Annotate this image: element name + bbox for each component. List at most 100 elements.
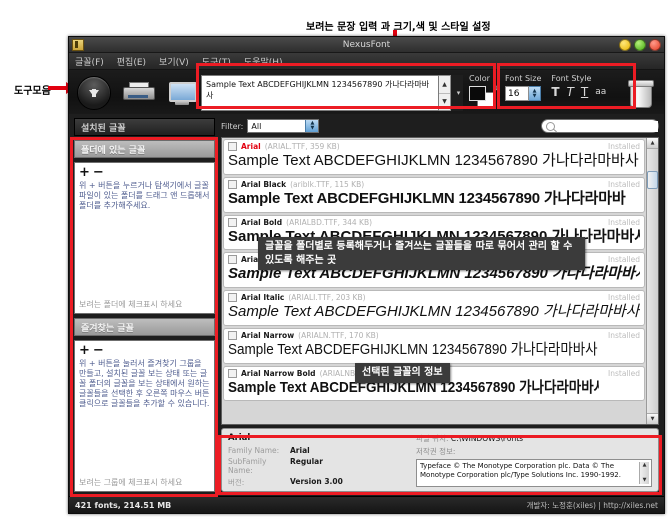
color-control: Color ⤹ — [469, 74, 495, 106]
font-item-checkbox[interactable] — [228, 369, 237, 378]
font-item-checkbox[interactable] — [228, 218, 237, 227]
install-font-button[interactable] — [75, 74, 113, 112]
search-input[interactable] — [559, 121, 658, 132]
file-path-label: 파일 위치: — [416, 434, 449, 443]
font-list-scrollbar[interactable]: ▲ ▼ — [646, 138, 658, 424]
font-size-input[interactable] — [505, 86, 529, 101]
italic-button[interactable]: T — [567, 86, 574, 98]
scroll-down-arrow[interactable]: ▼ — [647, 413, 658, 424]
font-item-meta: (ariblk.TTF, 115 KB) — [290, 180, 364, 189]
trash-icon[interactable] — [628, 79, 652, 107]
menu-item-view[interactable]: 보기(V) — [159, 55, 189, 68]
font-list-item[interactable]: Arial Black (ariblk.TTF, 115 KB) Installed… — [223, 177, 645, 213]
font-item-checkbox[interactable] — [228, 180, 237, 189]
font-item-checkbox[interactable] — [228, 293, 237, 302]
preview-button[interactable] — [163, 74, 201, 112]
family-name-value: Arial — [290, 446, 310, 455]
font-item-name: Arial Black — [241, 180, 286, 189]
version-value: Version 3.00 — [290, 477, 343, 488]
favorite-tools: +− — [75, 341, 214, 358]
subfamily-name-row: SubFamily Name: Regular — [228, 457, 408, 475]
font-item-status: Installed — [608, 369, 640, 378]
main-area: 설치된 글꼴 폴더에 있는 글꼴 +− 위 + 버튼을 누르거나 탐색기에서 글… — [69, 114, 664, 496]
font-item-name: Arial Italic — [241, 293, 284, 302]
swap-colors-icon[interactable]: ⤹ — [495, 84, 500, 94]
folder-description: 위 + 버튼을 누르거나 탐색기에서 글꼴 파일이 있는 폴더를 드래그 앤 드… — [75, 180, 214, 212]
subfamily-name-value: Regular — [290, 457, 323, 475]
font-item-sample: Sample Text ABCDEFGHIJKLMN 1234567890 가나… — [228, 303, 640, 322]
sample-text-scrollbar[interactable]: ▲ ▼ — [439, 75, 451, 111]
folder-add-button[interactable]: + — [79, 165, 93, 180]
font-size-stepper[interactable]: ▲▼ — [529, 86, 541, 101]
filter-select[interactable]: All ▲▼ — [247, 119, 319, 133]
font-item-checkbox[interactable] — [228, 331, 237, 340]
sample-text-input[interactable]: Sample Text ABCDEFGHIJKLMN 1234567890 가나… — [201, 75, 439, 111]
font-count-status: 421 fonts, 214.51 MB — [75, 501, 171, 510]
bold-button[interactable]: T — [551, 86, 559, 98]
copyright-box[interactable]: Typeface © The Monotype Corporation plc.… — [416, 459, 652, 487]
font-item-checkbox[interactable] — [228, 255, 237, 264]
font-item-sample: Sample Text ABCDEFGHIJKLMN 1234567890 가나… — [228, 341, 599, 360]
favorite-footer-hint: 보려는 그룹에 체크표시 하세요 — [75, 475, 214, 491]
font-item-meta: (ARIALBD.TTF, 344 KB) — [286, 218, 372, 227]
window-title: NexusFont — [69, 40, 664, 50]
font-item-status: Installed — [608, 180, 640, 189]
menu-item-help[interactable]: 도움말(H) — [244, 55, 283, 68]
font-item-sample: Sample Text ABCDEFGHIJKLMN 1234567890 가나… — [228, 190, 640, 209]
font-item-header: Arial(ARIAL.TTF, 359 KB)Installed — [228, 142, 640, 151]
copyright-scrollbar[interactable]: ▲▼ — [639, 462, 649, 484]
font-item-checkbox[interactable] — [228, 142, 237, 151]
scroll-up-icon[interactable]: ▲ — [439, 76, 450, 94]
font-item-status: Installed — [608, 255, 640, 264]
callout-font-info: 선택된 글꼴의 정보 — [355, 363, 450, 383]
font-list-item[interactable]: Arial Italic(ARIALI.TTF, 203 KB)Installe… — [223, 290, 645, 326]
scroll-down-icon[interactable]: ▼ — [439, 94, 450, 111]
font-item-header: Arial Bold(ARIALBD.TTF, 344 KB)Installed — [228, 218, 640, 227]
favorite-remove-button[interactable]: − — [93, 343, 107, 358]
printer-icon — [123, 82, 153, 104]
file-path-row: 파일 위치: C:\WINDOWS\Fonts — [416, 433, 652, 444]
foreground-color-swatch[interactable] — [469, 86, 486, 101]
font-list-item[interactable]: Arial Narrow(ARIALN.TTF, 170 KB)Installe… — [223, 328, 645, 364]
favorite-fonts-header[interactable]: 즐겨찾는 글꼴 — [74, 318, 215, 336]
favorite-add-button[interactable]: + — [79, 343, 93, 358]
family-name-row: Family Name: Arial — [228, 446, 408, 455]
font-info-panel: Arial Family Name: Arial SubFamily Name:… — [221, 428, 659, 492]
scroll-up-arrow[interactable]: ▲ — [647, 138, 658, 149]
folder-fonts-box: +− 위 + 버튼을 누르거나 탐색기에서 글꼴 파일이 있는 폴더를 드래그 … — [74, 162, 215, 314]
left-panel: 설치된 글꼴 폴더에 있는 글꼴 +− 위 + 버튼을 누르거나 탐색기에서 글… — [69, 114, 219, 496]
folder-remove-button[interactable]: − — [93, 165, 107, 180]
sample-text-history-icon[interactable]: ▾ — [454, 75, 463, 111]
menu-item-edit[interactable]: 편집(E) — [117, 55, 146, 68]
filter-label: Filter: — [221, 122, 243, 131]
folder-footer-hint: 보려는 폴더에 체크표시 하세요 — [75, 297, 214, 313]
menu-item-font[interactable]: 글꼴(F) — [75, 55, 104, 68]
minimize-button[interactable] — [619, 39, 631, 51]
filter-row: Filter: All ▲▼ — [221, 118, 659, 134]
antialias-button[interactable]: aa — [595, 88, 606, 97]
folder-fonts-header[interactable]: 폴더에 있는 글꼴 — [74, 140, 215, 158]
font-item-name: Arial Narrow Bold — [241, 369, 316, 378]
print-button[interactable] — [119, 74, 157, 112]
close-button[interactable] — [649, 39, 661, 51]
font-item-meta: (ARIALI.TTF, 203 KB) — [288, 293, 365, 302]
color-swatch[interactable]: ⤹ — [469, 86, 495, 106]
status-bar: 421 fonts, 214.51 MB 개발자: 노정훈(xiles) | h… — [69, 496, 664, 513]
maximize-button[interactable] — [634, 39, 646, 51]
search-box[interactable] — [541, 119, 659, 133]
menu-item-tools[interactable]: 도구(T) — [202, 55, 231, 68]
application-window: NexusFont 글꼴(F) 편집(E) 보기(V) 도구(T) 도움말(H) — [68, 36, 665, 514]
annotation-top-label: 보려는 문장 입력 과 크기,색 및 스타일 설정 — [306, 18, 491, 33]
file-path-value: C:\WINDOWS\Fonts — [451, 434, 523, 443]
subfamily-name-label: SubFamily Name: — [228, 457, 290, 475]
font-item-sample: Sample Text ABCDEFGHIJKLMN 1234567890 가나… — [228, 152, 640, 171]
callout-folder-management: 글꼴을 폴더별로 등록해두거나 즐겨쓰는 글꼴들을 따로 묶어서 관리 할 수 … — [258, 237, 585, 270]
font-style-label: Font Style — [551, 74, 606, 83]
chevron-updown-icon[interactable]: ▲▼ — [305, 120, 318, 132]
scrollbar-thumb[interactable] — [647, 171, 658, 189]
underline-button[interactable]: T — [581, 86, 588, 98]
font-list-item[interactable]: Arial(ARIAL.TTF, 359 KB)InstalledSample … — [223, 139, 645, 175]
window-controls — [619, 39, 661, 51]
font-item-status: Installed — [608, 331, 640, 340]
installed-fonts-header[interactable]: 설치된 글꼴 — [74, 118, 215, 136]
